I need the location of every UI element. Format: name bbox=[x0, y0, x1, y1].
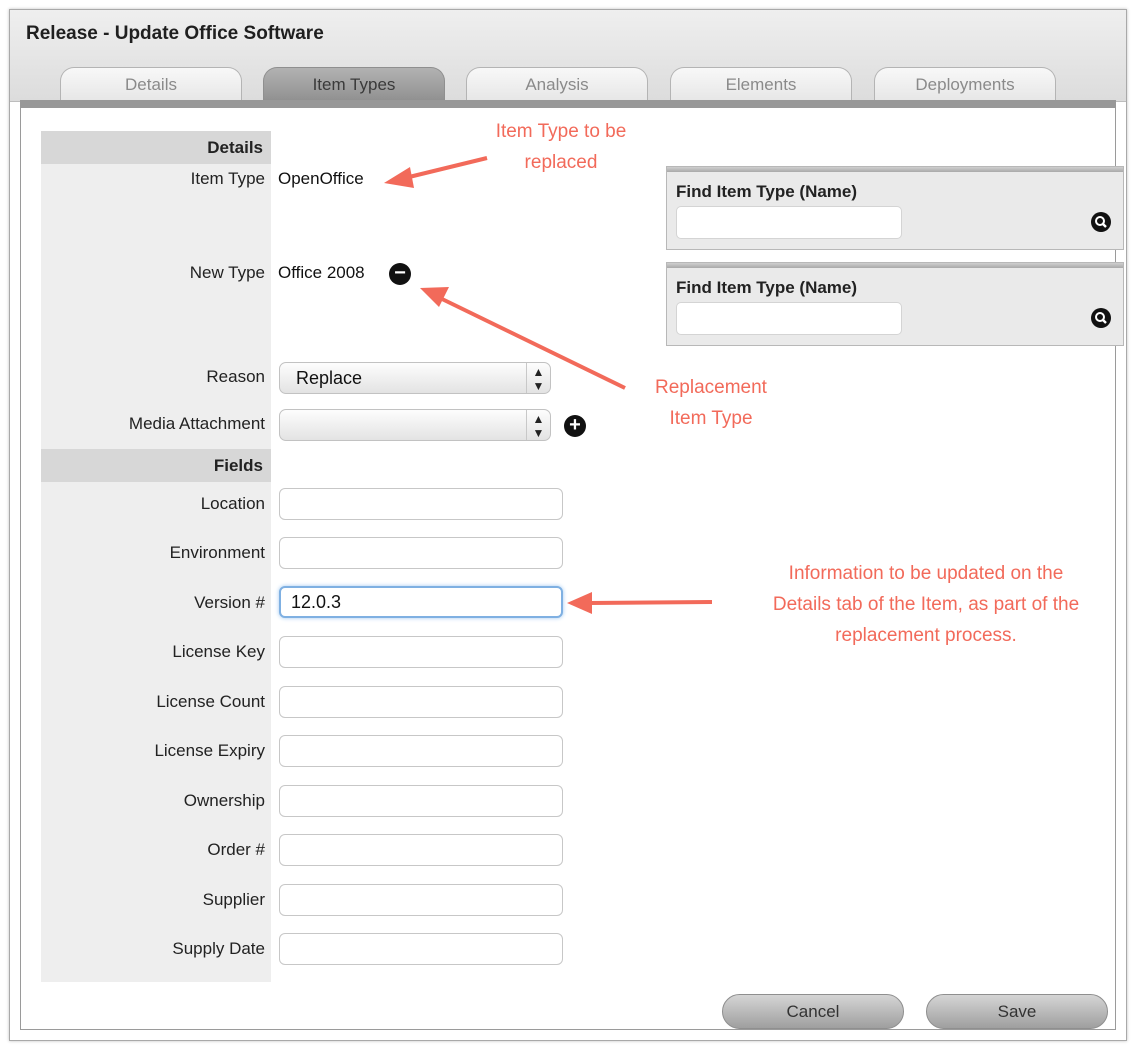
arrow-head bbox=[567, 592, 592, 614]
arrow-head bbox=[420, 287, 449, 307]
annotation-arrows bbox=[384, 156, 713, 614]
arrow-head bbox=[384, 167, 414, 188]
arrow-to-new-type bbox=[439, 296, 626, 390]
arrow-to-item-type bbox=[404, 156, 488, 180]
arrow-to-version bbox=[589, 600, 713, 605]
